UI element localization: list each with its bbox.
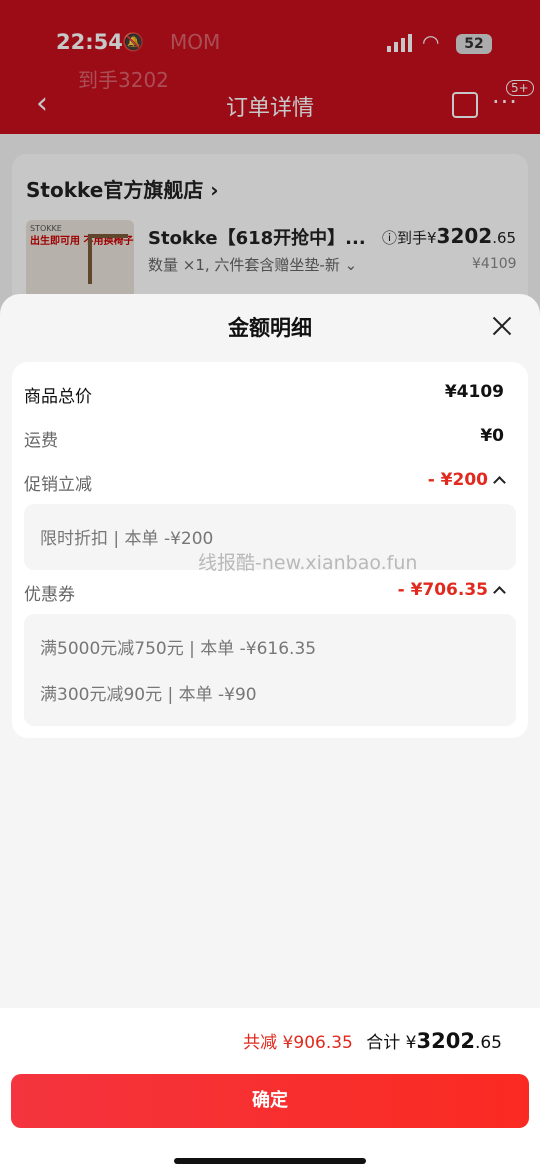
row-coupon[interactable]: 优惠券 - ¥706.35 <box>24 580 506 610</box>
row-goods-total: 商品总价 ¥4109 <box>24 382 504 412</box>
promo-detail-line: 限时折扣 | 本单 -¥200 <box>40 529 214 549</box>
coupon-detail-line: 满5000元减750元 | 本单 -¥616.35 <box>40 639 317 659</box>
row-shipping: 运费 ¥0 <box>24 426 504 456</box>
coupon-label: 优惠券 <box>24 585 75 605</box>
shipping-value: ¥0 <box>480 426 504 446</box>
footer: 共减 ¥906.35 合计 ¥3202.65 确定 <box>0 1008 540 1174</box>
watermark: 线报酷-new.xianbao.fun <box>198 552 418 574</box>
coupon-detail-line: 满300元减90元 | 本单 -¥90 <box>40 685 257 705</box>
goods-total-value: ¥4109 <box>444 382 504 402</box>
promo-value: - ¥200 <box>427 470 488 490</box>
coupon-value: - ¥706.35 <box>397 580 488 600</box>
close-icon[interactable] <box>486 310 518 342</box>
row-promo[interactable]: 促销立减 - ¥200 <box>24 470 506 500</box>
coupon-detail-box: 满5000元减750元 | 本单 -¥616.35 满300元减90元 | 本单… <box>24 614 516 726</box>
order-total: 合计 ¥3202.65 <box>366 1029 502 1053</box>
confirm-button[interactable]: 确定 <box>11 1074 529 1128</box>
promo-label: 促销立减 <box>24 475 92 495</box>
price-summary: 共减 ¥906.35 合计 ¥3202.65 <box>243 1028 502 1053</box>
sheet-title: 金额明细 <box>228 316 312 340</box>
home-indicator[interactable] <box>174 1158 366 1164</box>
goods-total-label: 商品总价 <box>24 387 92 407</box>
shipping-label: 运费 <box>24 431 58 451</box>
discount-total: 共减 ¥906.35 <box>243 1033 353 1053</box>
